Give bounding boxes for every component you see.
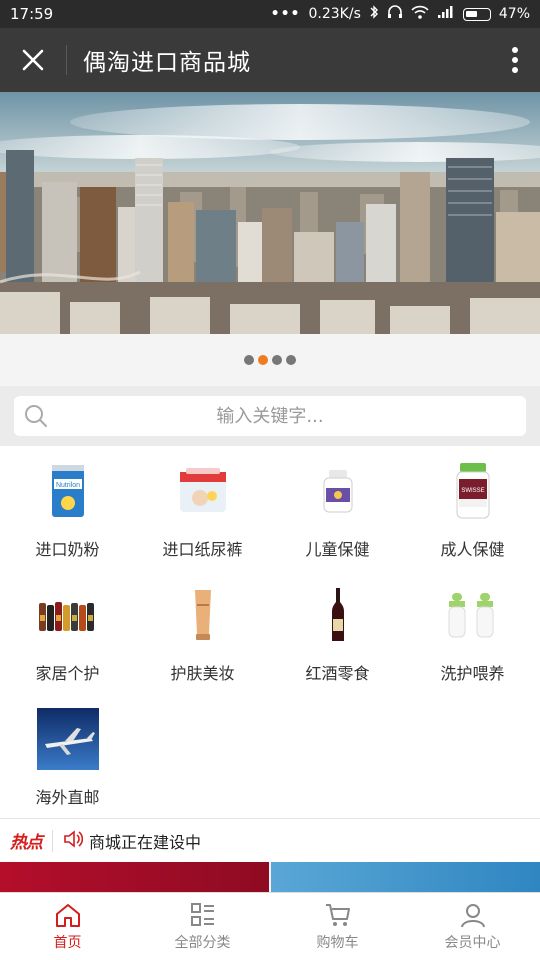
carousel-indicator <box>0 334 540 386</box>
category-label: 海外直邮 <box>35 788 100 807</box>
search-input[interactable] <box>14 396 526 436</box>
baby-bottles-icon <box>440 582 506 648</box>
wine-bottle-icon <box>305 582 371 648</box>
close-button[interactable] <box>0 28 66 92</box>
category-wash-feeding[interactable]: 洗护喂养 <box>405 570 540 690</box>
nav-home[interactable]: 首页 <box>0 893 135 960</box>
cosmetic-tube-icon <box>170 582 236 648</box>
bottom-nav: 首页 全部分类 购物车 会员中心 <box>0 892 540 960</box>
hot-news-bar[interactable]: 热点 商城正在建设中 <box>0 818 540 862</box>
promo-strip <box>0 862 540 892</box>
status-time: 17:59 <box>10 5 54 23</box>
promo-banner-left[interactable] <box>0 862 269 892</box>
category-label: 成人保健 <box>440 540 505 559</box>
banner-image <box>0 92 540 334</box>
bottles-row-icon <box>35 582 101 648</box>
status-bar: 17:59 ••• 0.23K/s 47% <box>0 0 540 28</box>
milk-powder-icon: Nutrilon <box>35 458 101 524</box>
more-vertical-icon <box>512 47 518 73</box>
carousel-dot[interactable] <box>286 355 296 365</box>
network-speed: 0.23K/s <box>308 6 361 22</box>
wifi-icon <box>411 5 429 23</box>
battery-icon <box>462 7 491 21</box>
category-label: 护肤美妆 <box>170 664 235 683</box>
svg-text:SWISSE: SWISSE <box>461 488 484 494</box>
svg-text:Nutrilon: Nutrilon <box>55 482 79 489</box>
search-box[interactable] <box>14 396 526 436</box>
category-home-personal-care[interactable]: 家居个护 <box>0 570 135 690</box>
more-menu-button[interactable] <box>490 28 540 92</box>
search-bar <box>0 386 540 446</box>
nav-member-center[interactable]: 会员中心 <box>405 893 540 960</box>
signal-icon <box>437 5 455 23</box>
nav-cart[interactable]: 购物车 <box>270 893 405 960</box>
category-adult-health[interactable]: SWISSE 成人保健 <box>405 446 540 566</box>
page-title: 偶淘进口商品城 <box>83 50 251 76</box>
carousel-dot[interactable] <box>272 355 282 365</box>
close-icon <box>22 49 44 71</box>
category-skincare-makeup[interactable]: 护肤美妆 <box>135 570 270 690</box>
category-label: 洗护喂养 <box>440 664 505 683</box>
title-divider <box>66 45 67 75</box>
hot-text: 商城正在建设中 <box>89 832 202 852</box>
nav-label: 会员中心 <box>444 934 501 951</box>
nav-label: 全部分类 <box>174 934 231 951</box>
category-list-icon <box>190 902 214 926</box>
category-overseas-direct-mail[interactable]: 海外直邮 <box>0 694 135 814</box>
diaper-pack-icon <box>170 458 236 524</box>
bluetooth-icon <box>369 5 379 23</box>
speaker-icon <box>63 829 84 852</box>
hot-badge: 热点 <box>10 833 43 853</box>
category-label: 儿童保健 <box>305 540 370 559</box>
category-kids-health[interactable]: 儿童保健 <box>270 446 405 566</box>
nav-label: 购物车 <box>316 934 359 951</box>
more-notifications-icon: ••• <box>270 6 301 22</box>
health-jar-icon: SWISSE <box>440 458 506 524</box>
battery-percent: 47% <box>498 6 530 22</box>
cart-icon <box>325 903 350 926</box>
category-imported-diapers[interactable]: 进口纸尿裤 <box>135 446 270 566</box>
category-grid: Nutrilon 进口奶粉 进口纸尿裤 儿童保健 SWISSE 成人保健 家居个… <box>0 446 540 818</box>
nav-all-categories[interactable]: 全部分类 <box>135 893 270 960</box>
category-label: 家居个护 <box>35 664 100 683</box>
category-label: 进口纸尿裤 <box>162 540 243 559</box>
category-label: 红酒零食 <box>305 664 370 683</box>
carousel-dot[interactable] <box>244 355 254 365</box>
supplement-bottle-icon <box>305 458 371 524</box>
nav-label: 首页 <box>53 934 82 951</box>
user-icon <box>460 903 485 927</box>
home-icon <box>55 903 80 927</box>
status-right: ••• 0.23K/s 47% <box>271 5 530 23</box>
title-bar: 偶淘进口商品城 <box>0 28 540 92</box>
carousel-dot-active[interactable] <box>258 355 268 365</box>
category-wine-snacks[interactable]: 红酒零食 <box>270 570 405 690</box>
banner-carousel[interactable] <box>0 92 540 334</box>
hot-divider <box>52 829 53 852</box>
search-icon <box>24 404 48 432</box>
promo-banner-right[interactable] <box>271 862 540 892</box>
category-imported-milk-powder[interactable]: Nutrilon 进口奶粉 <box>0 446 135 566</box>
headphone-icon <box>387 5 403 23</box>
category-label: 进口奶粉 <box>35 540 100 559</box>
airplane-image <box>35 706 101 772</box>
